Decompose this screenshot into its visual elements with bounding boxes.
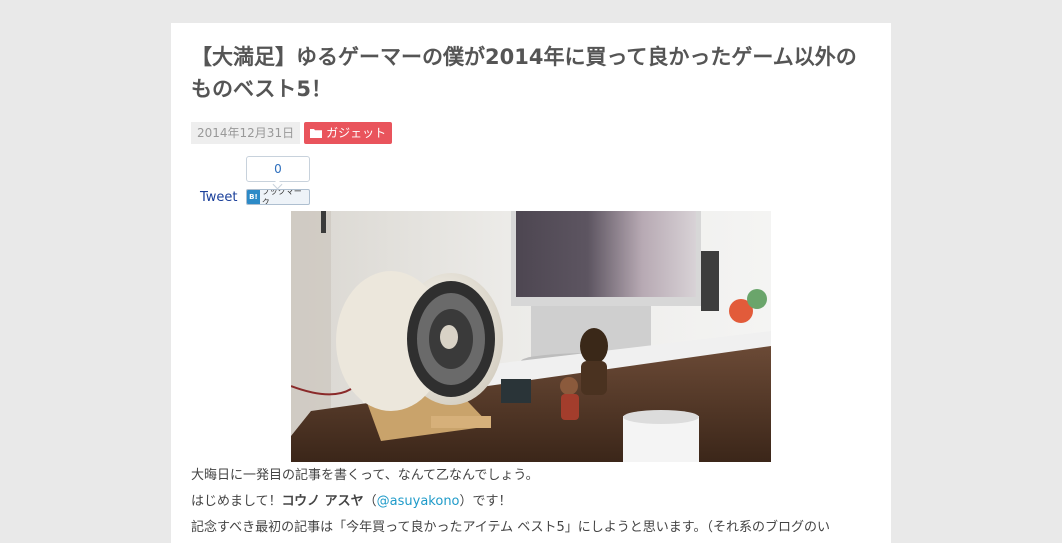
twitter-handle-link[interactable]: @asuyakono <box>377 494 460 509</box>
article-card: 【大満足】ゆるゲーマーの僕が2014年に買って良かったゲーム以外のものベスト5！… <box>171 23 891 543</box>
hatena-bookmark-widget: 0 B! ブックマーク <box>246 156 310 205</box>
article-body: 大晦日に一発目の記事を書くって、なんて乙なんでしょう。 はじめまして！コウノ ア… <box>191 463 871 541</box>
article-hero-image <box>291 211 771 462</box>
category-badge[interactable]: ガジェット <box>304 122 393 144</box>
post-date: 2014年12月31日 <box>191 122 301 144</box>
category-label: ガジェット <box>326 126 387 140</box>
body-paragraph: 記念すべき最初の記事は「今年買って良かったアイテム ベスト5」にしようと思います… <box>191 515 871 541</box>
tweet-button[interactable]: Tweet <box>200 190 238 205</box>
body-text: （ <box>363 494 377 509</box>
hatena-bookmark-label: ブックマーク <box>261 189 302 205</box>
body-paragraph: はじめまして！コウノ アスヤ（@asuyakono）です！ <box>191 489 871 515</box>
article-title: 【大満足】ゆるゲーマーの僕が2014年に買って良かったゲーム以外のものベスト5！ <box>191 45 857 101</box>
body-text: 記念すべき最初の記事は「今年買って良かったアイテム ベスト5」にしようと思います… <box>191 520 831 535</box>
body-text: はじめまして！ <box>191 494 282 509</box>
folder-icon <box>310 128 323 138</box>
hatena-bookmark-button[interactable]: B! ブックマーク <box>246 189 310 205</box>
author-name: コウノ アスヤ <box>281 494 364 509</box>
post-meta: 2014年12月31日 ガジェット <box>191 122 393 144</box>
body-paragraph: 大晦日に一発目の記事を書くって、なんて乙なんでしょう。 <box>191 463 871 489</box>
hatena-b-icon: B! <box>247 190 260 204</box>
body-text: 大晦日に一発目の記事を書くって、なんて乙なんでしょう。 <box>191 468 539 483</box>
body-text: ）です！ <box>459 494 512 509</box>
hatena-bookmark-count[interactable]: 0 <box>246 156 310 182</box>
